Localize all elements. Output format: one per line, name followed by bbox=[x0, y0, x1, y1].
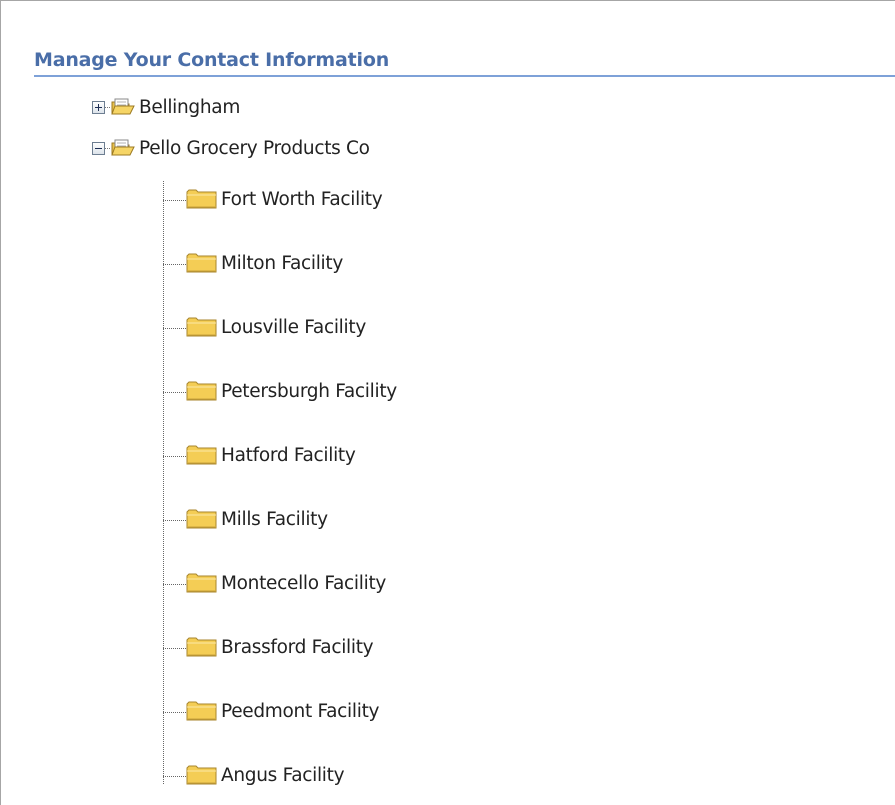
folder-icon bbox=[186, 253, 217, 273]
expand-toggle[interactable] bbox=[92, 100, 105, 114]
tree-item-montecello[interactable]: Montecello Facility bbox=[163, 568, 386, 598]
tree-node-bellingham[interactable]: Bellingham bbox=[92, 95, 240, 119]
item-label[interactable]: Angus Facility bbox=[221, 765, 345, 786]
item-label[interactable]: Brassford Facility bbox=[221, 637, 374, 658]
tree-connector bbox=[163, 775, 188, 777]
open-folder-icon bbox=[111, 139, 135, 156]
item-label[interactable]: Fort Worth Facility bbox=[221, 189, 383, 210]
item-label[interactable]: Petersburgh Facility bbox=[221, 381, 397, 402]
folder-icon bbox=[186, 573, 217, 593]
tree-item-peedmont[interactable]: Peedmont Facility bbox=[163, 696, 379, 726]
content-panel bbox=[0, 0, 895, 805]
tree-item-milton[interactable]: Milton Facility bbox=[163, 248, 343, 278]
folder-icon bbox=[186, 445, 217, 465]
folder-icon bbox=[186, 509, 217, 529]
folder-icon bbox=[186, 765, 217, 785]
tree-item-brassford[interactable]: Brassford Facility bbox=[163, 632, 374, 662]
tree-item-petersburgh[interactable]: Petersburgh Facility bbox=[163, 376, 397, 406]
node-label[interactable]: Bellingham bbox=[139, 97, 240, 118]
item-label[interactable]: Montecello Facility bbox=[221, 573, 386, 594]
tree-connector bbox=[163, 519, 188, 521]
section-title: Manage Your Contact Information bbox=[34, 49, 390, 71]
folder-icon bbox=[186, 701, 217, 721]
item-label[interactable]: Lousville Facility bbox=[221, 317, 366, 338]
item-label[interactable]: Hatford Facility bbox=[221, 445, 356, 466]
tree-item-lousville[interactable]: Lousville Facility bbox=[163, 312, 366, 342]
open-folder-icon bbox=[111, 98, 135, 115]
folder-icon bbox=[186, 317, 217, 337]
tree-connector bbox=[163, 647, 188, 649]
item-label[interactable]: Milton Facility bbox=[221, 253, 343, 274]
tree-connector bbox=[163, 455, 188, 457]
tree-connector bbox=[163, 583, 188, 585]
collapse-toggle[interactable] bbox=[92, 141, 105, 155]
tree-connector bbox=[163, 391, 188, 393]
folder-icon bbox=[186, 381, 217, 401]
tree-item-mills[interactable]: Mills Facility bbox=[163, 504, 328, 534]
section-header: Manage Your Contact Information bbox=[34, 49, 895, 77]
folder-icon bbox=[186, 637, 217, 657]
item-label[interactable]: Mills Facility bbox=[221, 509, 328, 530]
tree-item-angus[interactable]: Angus Facility bbox=[163, 760, 345, 790]
node-label[interactable]: Pello Grocery Products Co bbox=[139, 138, 370, 159]
tree-node-pello-grocery[interactable]: Pello Grocery Products Co bbox=[92, 136, 370, 160]
tree-connector bbox=[163, 711, 188, 713]
item-label[interactable]: Peedmont Facility bbox=[221, 701, 379, 722]
tree-item-hatford[interactable]: Hatford Facility bbox=[163, 440, 356, 470]
folder-icon bbox=[186, 189, 217, 209]
tree-connector bbox=[163, 199, 188, 201]
tree-connector bbox=[163, 263, 188, 265]
tree-connector bbox=[163, 327, 188, 329]
tree-item-fort-worth[interactable]: Fort Worth Facility bbox=[163, 184, 383, 214]
